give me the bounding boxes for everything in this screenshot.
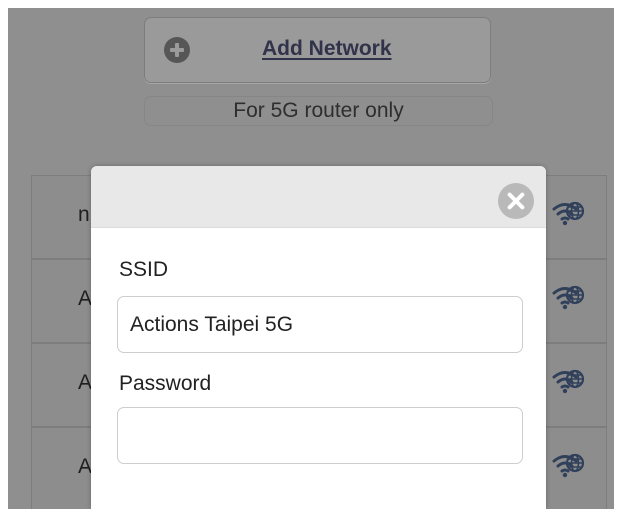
wifi-globe-icon bbox=[552, 369, 585, 394]
add-network-button[interactable]: Add Network bbox=[144, 17, 491, 83]
router-only-note: For 5G router only bbox=[144, 96, 493, 126]
add-network-dialog: SSID Password bbox=[91, 166, 546, 509]
network-name-fragment: n bbox=[78, 203, 90, 226]
wifi-globe-icon bbox=[552, 201, 585, 226]
add-network-label: Add Network bbox=[262, 37, 392, 60]
network-name-fragment: A bbox=[78, 371, 93, 394]
plus-circle-icon bbox=[164, 37, 190, 63]
ssid-label: SSID bbox=[119, 258, 169, 281]
app-screen: Add Network For 5G router only n A A A S… bbox=[8, 8, 614, 509]
ssid-input[interactable] bbox=[117, 296, 523, 353]
password-label: Password bbox=[119, 372, 212, 395]
wifi-globe-icon bbox=[552, 453, 585, 478]
dialog-header bbox=[91, 166, 546, 228]
wifi-globe-icon bbox=[552, 285, 585, 310]
password-input[interactable] bbox=[117, 407, 523, 464]
close-icon[interactable] bbox=[498, 183, 534, 219]
network-name-fragment: A bbox=[78, 455, 93, 478]
network-name-fragment: A bbox=[78, 287, 93, 310]
